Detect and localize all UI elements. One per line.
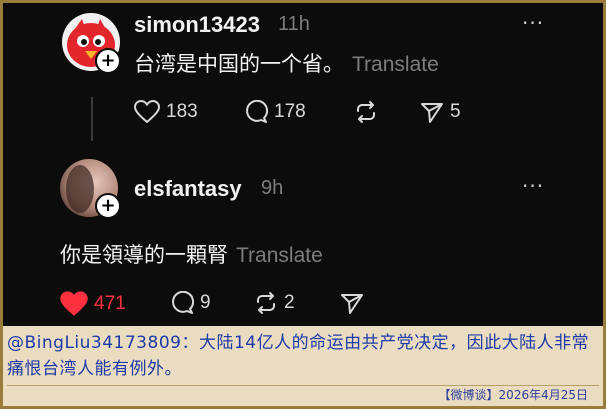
repost-button[interactable] — [354, 100, 378, 124]
comment-icon — [172, 291, 194, 314]
post-text: 你是領導的一顆腎 — [60, 243, 228, 267]
repost-button[interactable]: 2 — [254, 291, 295, 315]
translate-link[interactable]: Translate — [352, 53, 439, 76]
comment-icon — [246, 100, 268, 123]
follow-plus-icon[interactable]: + — [95, 193, 121, 219]
post-time: 11h — [278, 13, 310, 35]
share-count: 5 — [450, 101, 461, 122]
more-icon[interactable]: ··· — [522, 11, 544, 35]
translate-link[interactable]: Translate — [236, 244, 323, 267]
comment-button[interactable]: 178 — [244, 100, 306, 124]
comment-button[interactable]: 9 — [170, 291, 211, 315]
comment-count: 9 — [200, 292, 211, 313]
username[interactable]: simon13423 — [134, 12, 260, 38]
like-count: 183 — [166, 101, 198, 122]
share-button[interactable] — [340, 291, 364, 315]
post-content: 你是領導的一顆腎 Translate — [60, 239, 323, 269]
repost-count: 2 — [284, 292, 295, 313]
share-icon — [341, 294, 363, 314]
share-button[interactable]: 5 — [420, 100, 461, 124]
comment-count: 178 — [274, 101, 306, 122]
username[interactable]: elsfantasy — [134, 176, 242, 202]
post-text: 台湾是中国的一个省。 — [134, 52, 344, 76]
heart-icon — [60, 291, 88, 316]
like-button[interactable]: 471 — [60, 291, 126, 317]
footer-source: 【微博谈】2026年4月25日 — [438, 388, 588, 402]
thread-line — [91, 97, 93, 141]
heart-icon — [134, 100, 160, 124]
share-icon — [421, 103, 443, 123]
post-content: 台湾是中国的一个省。 Translate — [134, 48, 439, 78]
repost-icon — [357, 101, 375, 123]
like-count: 471 — [94, 293, 126, 314]
caption-text: @BingLiu34173809：大陆14亿人的命运由共产党决定，因此大陆人非常… — [7, 333, 590, 379]
repost-icon — [257, 292, 275, 314]
threads-screen: + simon13423 11h ··· 台湾是中国的一个省。 Translate… — [3, 3, 603, 326]
like-button[interactable]: 183 — [134, 100, 198, 124]
post-time: 9h — [261, 177, 284, 199]
more-icon[interactable]: ··· — [522, 174, 544, 198]
follow-plus-icon[interactable]: + — [95, 48, 121, 74]
